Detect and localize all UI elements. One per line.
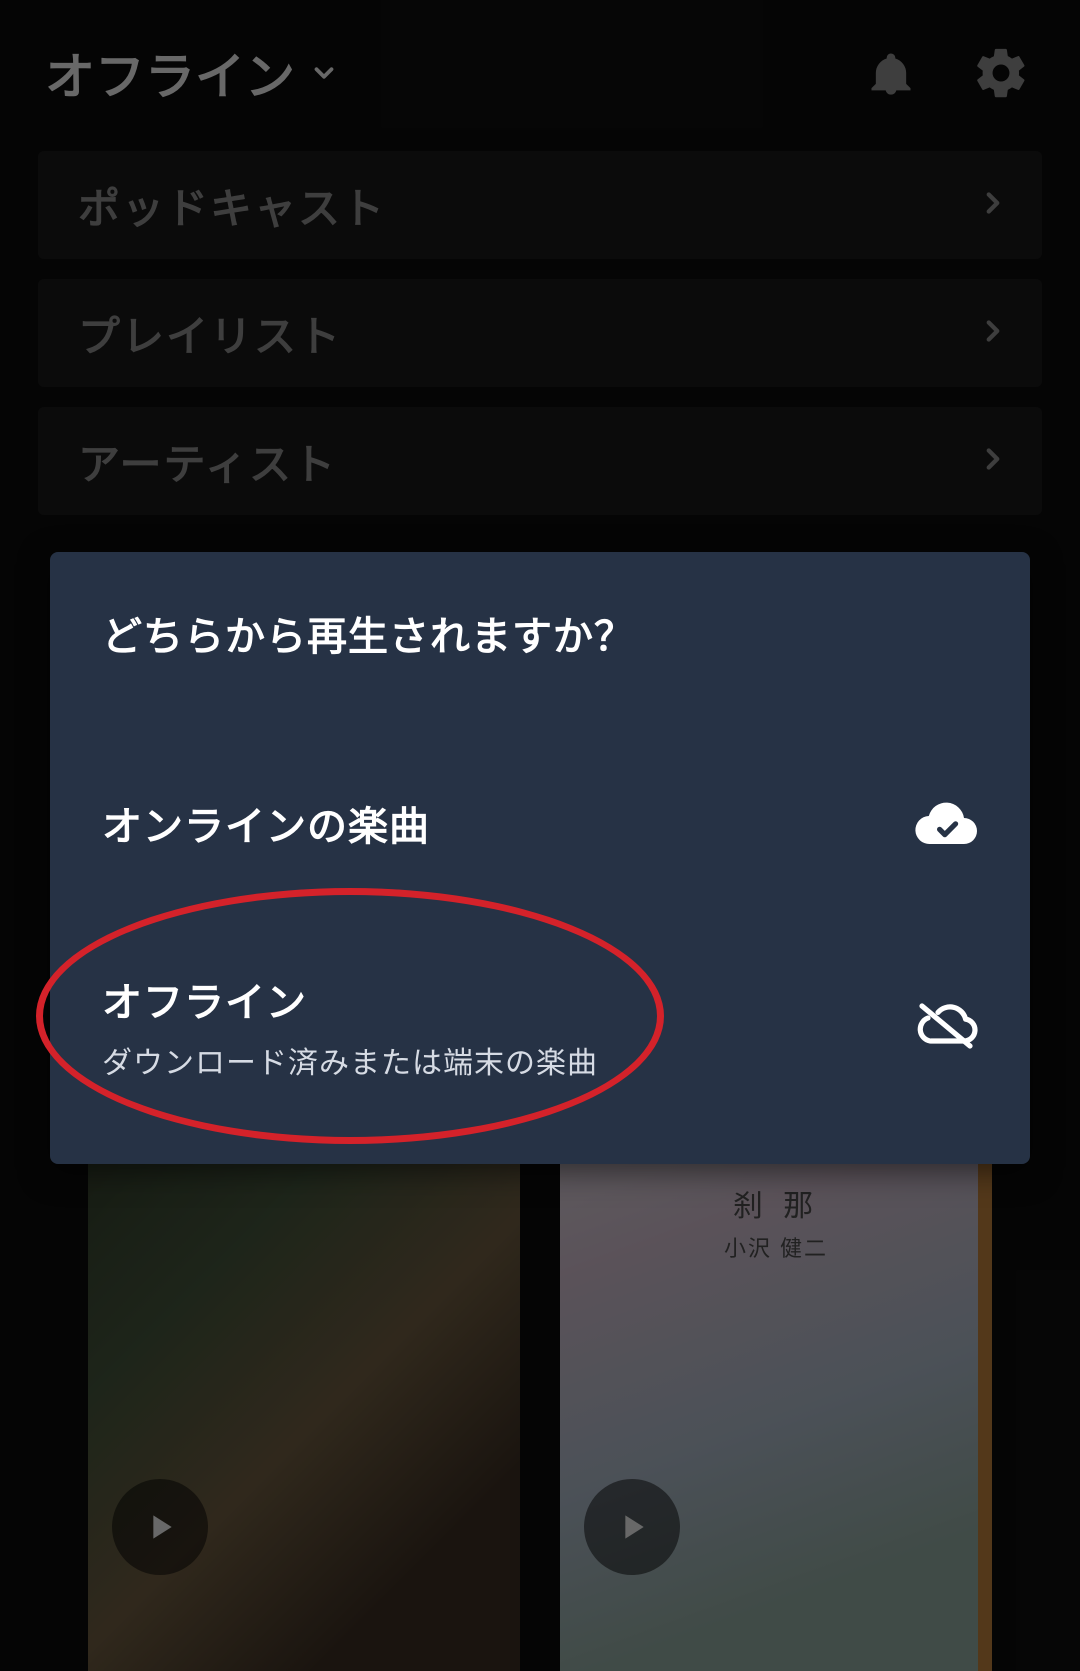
option-label: オンラインの楽曲 [102, 794, 430, 852]
option-online[interactable]: オンラインの楽曲 [102, 766, 978, 880]
option-offline[interactable]: オフライン ダウンロード済みまたは端末の楽曲 [102, 942, 978, 1110]
playback-source-dialog: どちらから再生されますか？ オンラインの楽曲 オフライン ダウンロード済みまたは… [50, 552, 1030, 1164]
cloud-off-icon [914, 1000, 978, 1052]
dialog-title: どちらから再生されますか？ [102, 604, 978, 662]
app-root: オフライン ポッドキャスト プレイリスト [0, 0, 1080, 1671]
option-label: オフライン [102, 970, 598, 1028]
cloud-check-icon [914, 799, 978, 847]
option-sublabel: ダウンロード済みまたは端末の楽曲 [102, 1038, 598, 1082]
